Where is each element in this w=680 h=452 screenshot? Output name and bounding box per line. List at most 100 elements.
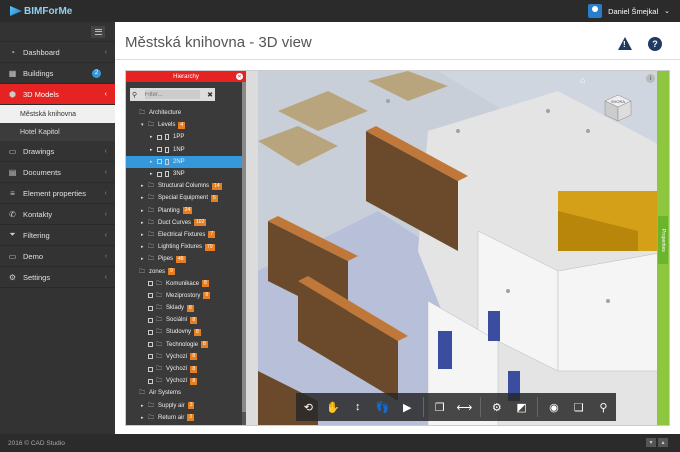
close-icon[interactable]: ✕ — [236, 73, 243, 80]
sidebar-item-dashboard[interactable]: ◔ Dashboard ‹ — [0, 42, 115, 63]
tree-row[interactable]: ▸ 🗀 Structural Columns 14 — [126, 180, 242, 192]
clear-icon[interactable]: ✖ — [207, 91, 213, 99]
checkbox[interactable] — [148, 317, 153, 323]
sidebar-item-drawings[interactable]: ▭ Drawings ‹ — [0, 141, 115, 162]
tree-row[interactable]: ▸ 🗀 Special Equipment 5 — [126, 192, 242, 204]
sidebar-item-filtering[interactable]: ⏷ Filtering ‹ — [0, 225, 115, 246]
inspect-icon[interactable]: ⚲ — [594, 398, 612, 416]
checkbox[interactable] — [148, 378, 153, 384]
checkbox[interactable] — [157, 171, 162, 177]
expand-arrow-icon[interactable]: ▸ — [150, 147, 157, 153]
toolbar-separator — [480, 397, 482, 417]
phone-icon: ✆ — [9, 209, 16, 219]
chevron-down-icon[interactable]: ▾ — [646, 438, 656, 447]
properties-panel-tab[interactable]: Properties — [657, 71, 669, 425]
checkbox[interactable] — [157, 147, 162, 153]
tree-row[interactable]: 🗀 Studovny 8 — [126, 326, 242, 338]
expand-arrow-icon[interactable]: ▸ — [141, 183, 148, 189]
sidebar-item-3d-models[interactable]: ⬢ 3D Models ‹ — [0, 84, 115, 105]
checkbox[interactable] — [157, 159, 162, 165]
expand-arrow-icon[interactable]: ▸ — [141, 415, 148, 421]
checkbox[interactable] — [148, 342, 153, 348]
tree-row[interactable]: 🗀 Sociální 8 — [126, 314, 242, 326]
tree-row[interactable]: ▸ 1NP — [126, 144, 242, 156]
folder-icon: 🗀 — [148, 414, 155, 421]
camera-icon[interactable]: ▶ — [398, 398, 416, 416]
expand-arrow-icon[interactable]: ▸ — [141, 232, 148, 238]
sidebar-item-settings[interactable]: ⚙ Settings ‹ — [0, 267, 115, 288]
expand-arrow-icon[interactable]: ▸ — [150, 171, 157, 177]
tree-row[interactable]: 🗀 Výchozí 8 — [126, 351, 242, 363]
tree-row[interactable]: ▸ 🗀 Lighting Fixtures 79 — [126, 241, 242, 253]
tree-row[interactable]: 🗀 Komunikace 8 — [126, 278, 242, 290]
visibility-icon[interactable]: ◉ — [545, 398, 563, 416]
expand-arrow-icon[interactable]: ▸ — [150, 159, 157, 165]
tree-row[interactable]: ▸ 1PP — [126, 131, 242, 143]
tree-row[interactable]: 🗀 Výchozí 8 — [126, 375, 242, 387]
tree-row[interactable]: 🗀 Architecture — [126, 107, 242, 119]
tree-row[interactable]: ▸ 🗀 Return air 3 — [126, 412, 242, 424]
fullscreen-icon[interactable]: ◩ — [513, 398, 531, 416]
sidebar-item-element-properties[interactable]: ≡ Element properties ‹ — [0, 183, 115, 204]
expand-arrow-icon[interactable]: ▸ — [141, 256, 148, 262]
sidebar-item-kontakty[interactable]: ✆ Kontakty ‹ — [0, 204, 115, 225]
hierarchy-scrollbar[interactable] — [242, 82, 246, 425]
sidebar-item-demo[interactable]: ▭ Demo ‹ — [0, 246, 115, 267]
checkbox[interactable] — [148, 329, 153, 335]
tree-row[interactable]: 🗀 Výchozí 8 — [126, 363, 242, 375]
tree-row[interactable]: ▸ 🗀 Planting 24 — [126, 205, 242, 217]
tree-row[interactable]: 🗀 Air Systems — [126, 387, 242, 399]
hamburger-icon[interactable] — [91, 25, 105, 38]
hierarchy-search-input[interactable] — [144, 90, 200, 99]
expand-arrow-icon[interactable]: ▸ — [141, 195, 148, 201]
tree-row[interactable]: 🗀 Technologie 8 — [126, 339, 242, 351]
orbit-icon[interactable]: ⟲ — [299, 398, 317, 416]
settings-icon[interactable]: ⚙ — [488, 398, 506, 416]
warning-icon[interactable] — [618, 37, 632, 50]
expand-arrow-icon[interactable]: ▾ — [141, 122, 148, 128]
checkbox[interactable] — [148, 281, 153, 287]
info-icon[interactable]: i — [646, 74, 655, 83]
tree-row[interactable]: ▸ 2NP — [126, 155, 242, 168]
3d-viewer[interactable]: ⌂ i SHORA Hierarchy ✕ ⚲ ✖ 🗀Architecture▾… — [125, 70, 670, 426]
tree-row[interactable]: ▸ 🗀 Electrical Fixtures 7 — [126, 229, 242, 241]
tree-row[interactable]: ▾ 🗀 Levels 4 — [126, 119, 242, 131]
checkbox[interactable] — [148, 305, 153, 311]
viewcube[interactable]: SHORA — [603, 93, 633, 123]
explode-icon[interactable]: ❒ — [431, 398, 449, 416]
expand-arrow-icon[interactable]: ▸ — [141, 403, 148, 409]
pan-icon[interactable]: ✋ — [324, 398, 342, 416]
sidebar-item-documents[interactable]: ▤ Documents ‹ — [0, 162, 115, 183]
tree-row[interactable]: ▸ 🗀 Pipes 48 — [126, 253, 242, 265]
sidebar-item-buildings[interactable]: ▦ Buildings 2 — [0, 63, 115, 84]
chevron-up-icon[interactable]: ▴ — [658, 438, 668, 447]
layers-icon[interactable]: ❏ — [570, 398, 588, 416]
checkbox[interactable] — [157, 134, 162, 140]
tree-row[interactable]: 🗀 Meziprostory 8 — [126, 290, 242, 302]
tree-row[interactable]: 🗀 Sklady 8 — [126, 302, 242, 314]
walk-icon[interactable]: 👣 — [374, 398, 392, 416]
count-badge: 24 — [182, 207, 193, 215]
expand-arrow-icon[interactable]: ▸ — [141, 244, 148, 250]
expand-arrow-icon[interactable]: ▸ — [141, 208, 148, 214]
tree-row[interactable]: ▸ 🗀 Duct Curves 102 — [126, 217, 242, 229]
checkbox[interactable] — [148, 293, 153, 299]
checkbox[interactable] — [148, 366, 153, 372]
tree-row[interactable]: 🗀 zones 9 — [126, 265, 242, 277]
checkbox[interactable] — [148, 354, 153, 360]
viewer-toolbar: ⟲ ✋ ↕ 👣 ▶ ❒ ⟷ ⚙ ◩ ◉ ❏ ⚲ — [296, 393, 616, 421]
help-icon[interactable]: ? — [648, 37, 662, 51]
tree-row[interactable]: ▸ 🗀 Supply air 3 — [126, 400, 242, 412]
zoom-icon[interactable]: ↕ — [349, 398, 367, 416]
tree-row[interactable]: ▸ 3NP — [126, 168, 242, 180]
brand-logo[interactable]: BIMForMe — [0, 6, 72, 17]
user-menu[interactable]: Daniel Šmejkal ⌄ — [588, 4, 680, 18]
sidebar-subitem[interactable]: Městská knihovna — [0, 105, 115, 123]
expand-arrow-icon[interactable]: ▸ — [141, 220, 148, 226]
3d-model-scene[interactable] — [258, 71, 670, 426]
expand-arrow-icon[interactable]: ▸ — [150, 134, 157, 140]
sidebar-subitem[interactable]: Hotel Kapitol — [0, 123, 115, 141]
count-badge: 79 — [205, 243, 215, 251]
home-icon[interactable]: ⌂ — [580, 75, 585, 85]
measure-icon[interactable]: ⟷ — [455, 398, 473, 416]
